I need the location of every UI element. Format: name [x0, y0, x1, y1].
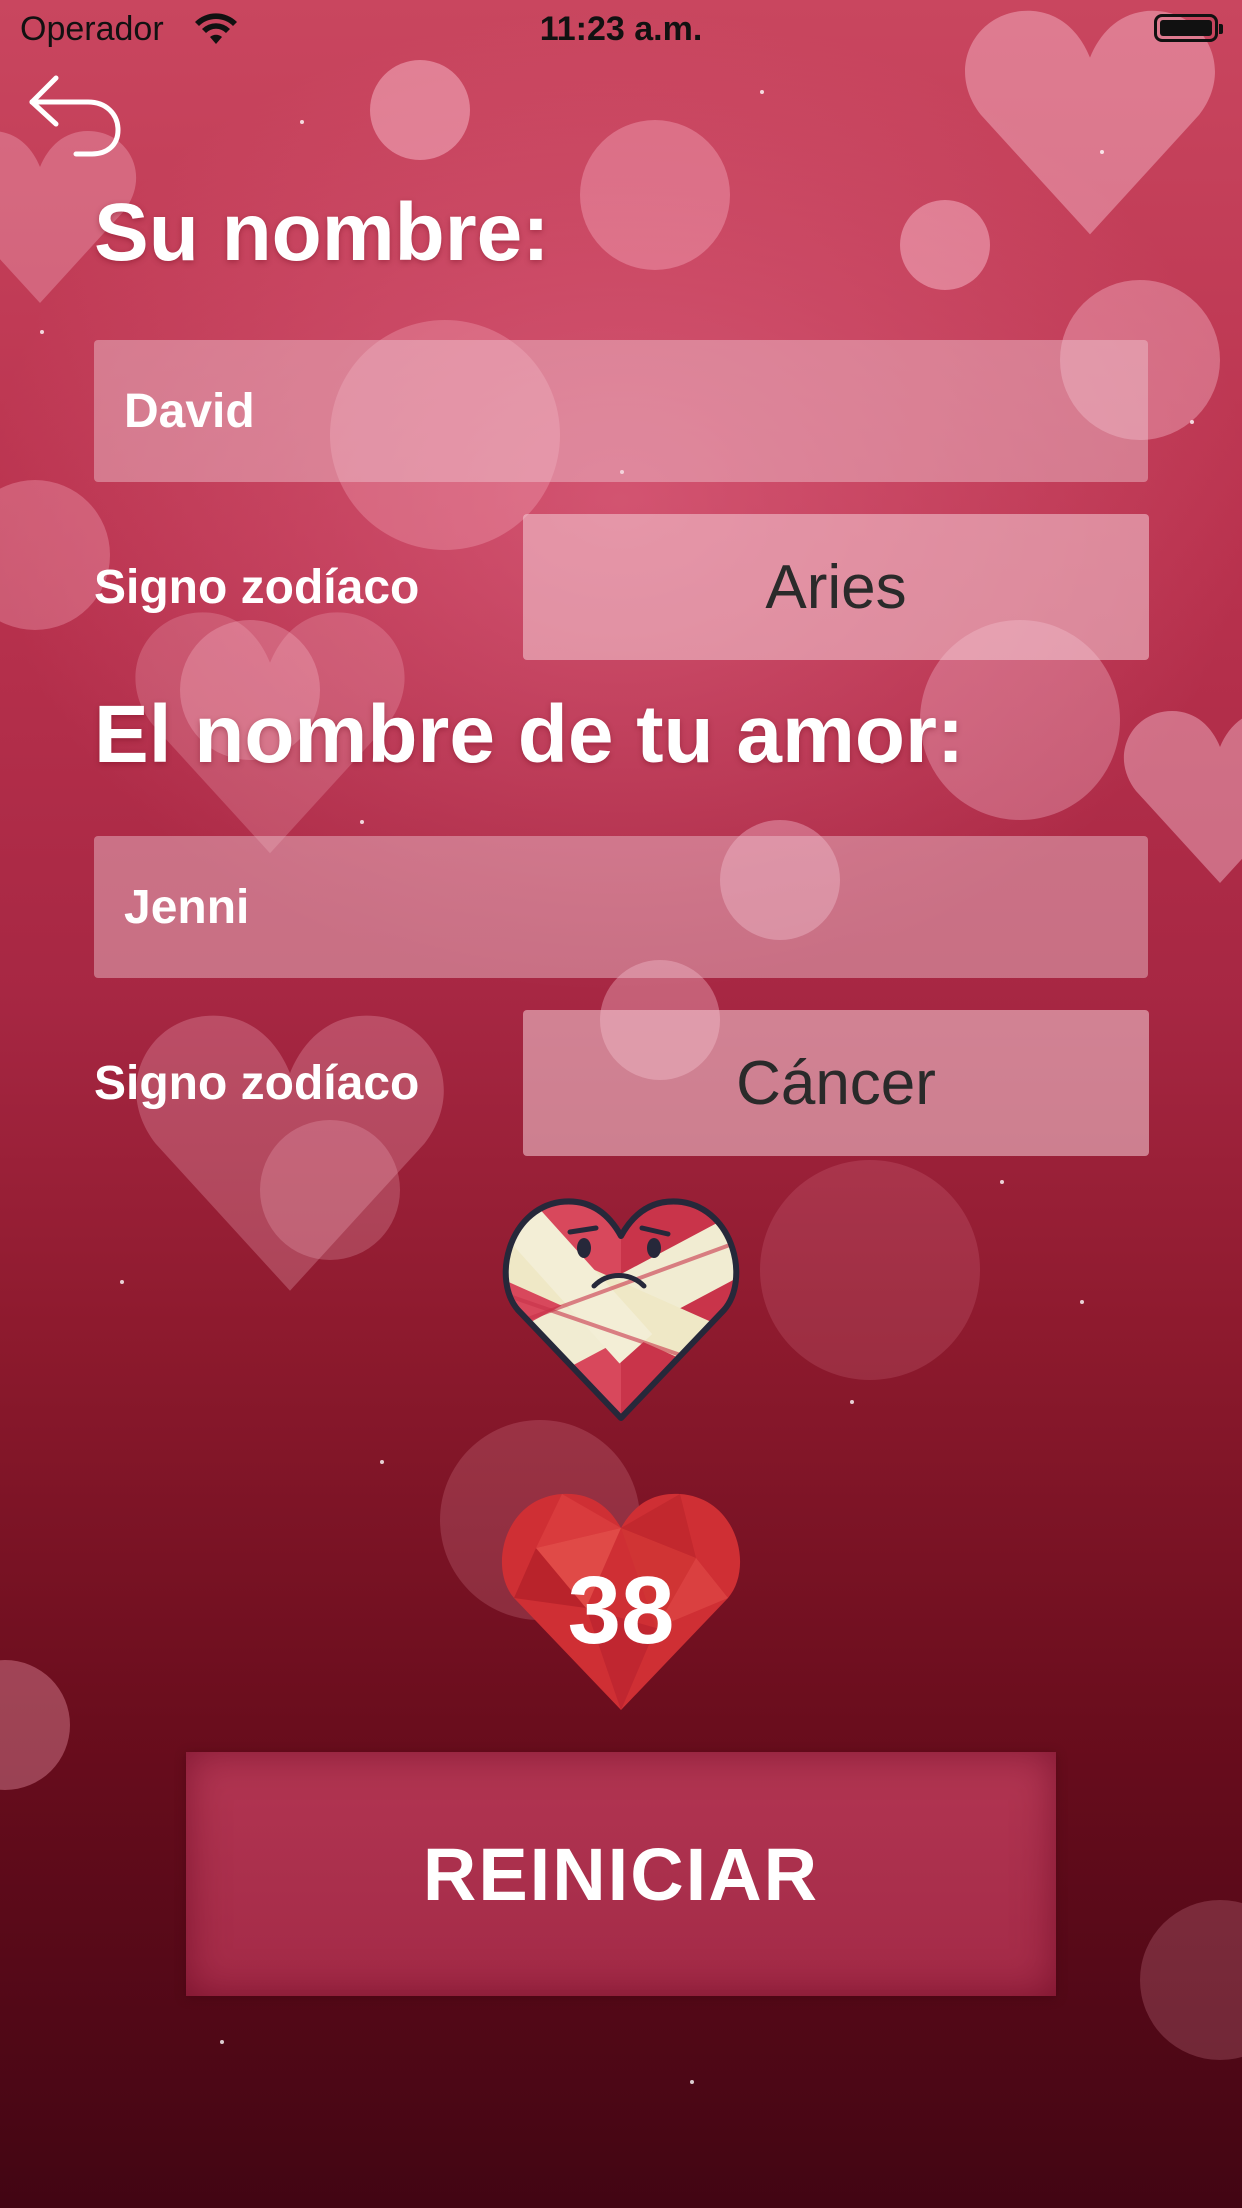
your-zodiac-label: Signo zodíaco [94, 561, 420, 614]
love-zodiac-label: Signo zodíaco [94, 1057, 420, 1110]
status-time: 11:23 a.m. [539, 10, 703, 48]
bandaged-heart-icon [502, 1198, 740, 1421]
compatibility-score: 38 [567, 1557, 675, 1664]
love-name-heading: El nombre de tu amor: [94, 689, 965, 780]
love-zodiac-picker[interactable]: Cáncer [523, 1010, 1149, 1156]
back-button[interactable] [26, 62, 122, 158]
your-zodiac-picker[interactable]: Aries [523, 514, 1149, 660]
status-bar: Operador 11:23 a.m. [0, 0, 1242, 60]
love-name-input[interactable]: Jenni [94, 836, 1148, 978]
back-arrow-icon [29, 75, 121, 157]
reset-button[interactable]: REINICIAR [186, 1752, 1056, 1996]
your-name-input[interactable]: David [94, 340, 1148, 482]
your-name-heading: Su nombre: [94, 187, 550, 278]
app-screen: Operador 11:23 a.m. Su nombre: David Sig… [0, 0, 1242, 2208]
battery-icon [1154, 14, 1223, 42]
